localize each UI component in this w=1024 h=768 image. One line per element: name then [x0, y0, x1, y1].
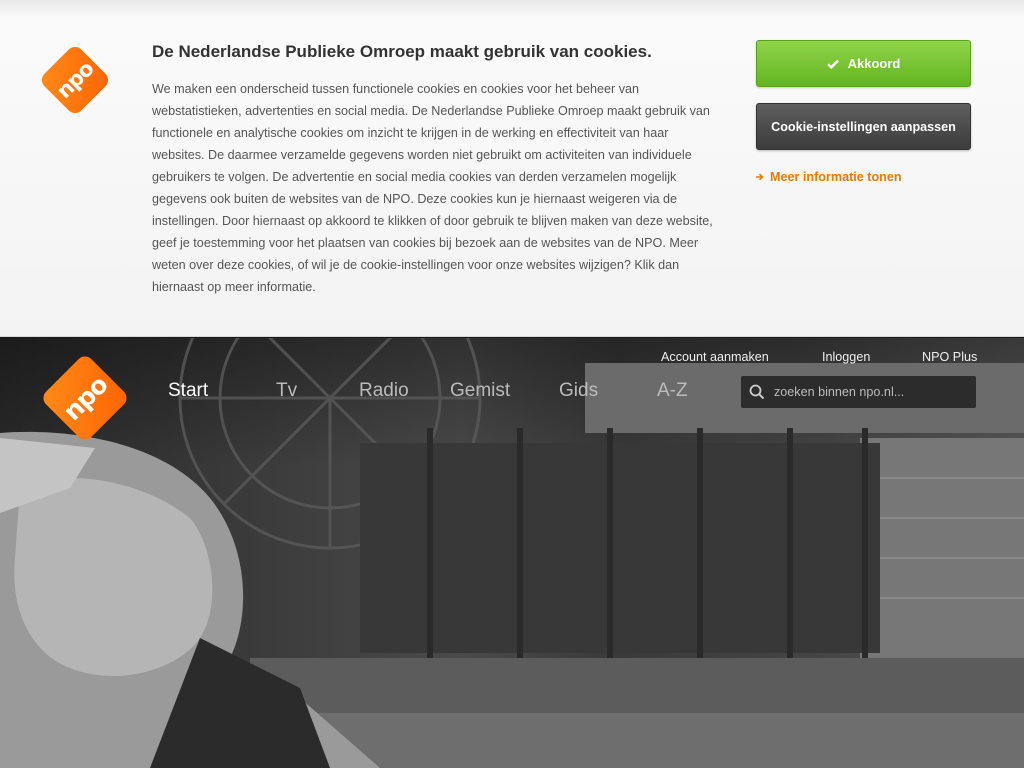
nav-gids[interactable]: Gids	[559, 380, 598, 402]
search-box[interactable]	[741, 376, 976, 408]
account-create-link[interactable]: Account aanmaken	[661, 350, 769, 364]
nav-a-z[interactable]: A-Z	[657, 380, 688, 402]
login-link[interactable]: Inloggen	[822, 350, 870, 364]
nav-start[interactable]: Start	[168, 380, 208, 402]
check-icon	[826, 59, 839, 69]
arrow-right-icon	[756, 173, 764, 181]
search-icon[interactable]	[749, 384, 765, 400]
npo-plus-link[interactable]: NPO Plus	[922, 350, 977, 364]
cookie-title: De Nederlandse Publieke Omroep maakt geb…	[152, 42, 652, 61]
cookie-description: We maken een onderscheid tussen function…	[152, 82, 713, 294]
background-strip	[0, 0, 1024, 18]
more-info-label: Meer informatie tonen	[770, 170, 902, 184]
nav-radio[interactable]: Radio	[359, 380, 409, 402]
accept-button[interactable]: Akkoord	[756, 40, 971, 87]
cookie-banner: npo De Nederlandse Publieke Omroep maakt…	[0, 0, 1024, 337]
cookie-settings-button[interactable]: Cookie-instellingen aanpassen	[756, 103, 971, 150]
nav-gemist[interactable]: Gemist	[450, 380, 510, 402]
nav-tv[interactable]: Tv	[276, 380, 297, 402]
site-logo-text: npo	[57, 370, 113, 426]
npo-logo-text: npo	[51, 56, 99, 104]
hero-section: npo Start Tv Radio Gemist Gids A-Z Accou…	[0, 338, 1024, 768]
accept-button-label: Akkoord	[847, 56, 901, 71]
cookie-settings-label: Cookie-instellingen aanpassen	[771, 119, 956, 134]
npo-logo: npo	[38, 43, 112, 117]
more-info-link[interactable]: Meer informatie tonen	[756, 170, 902, 184]
search-input[interactable]	[774, 385, 964, 399]
